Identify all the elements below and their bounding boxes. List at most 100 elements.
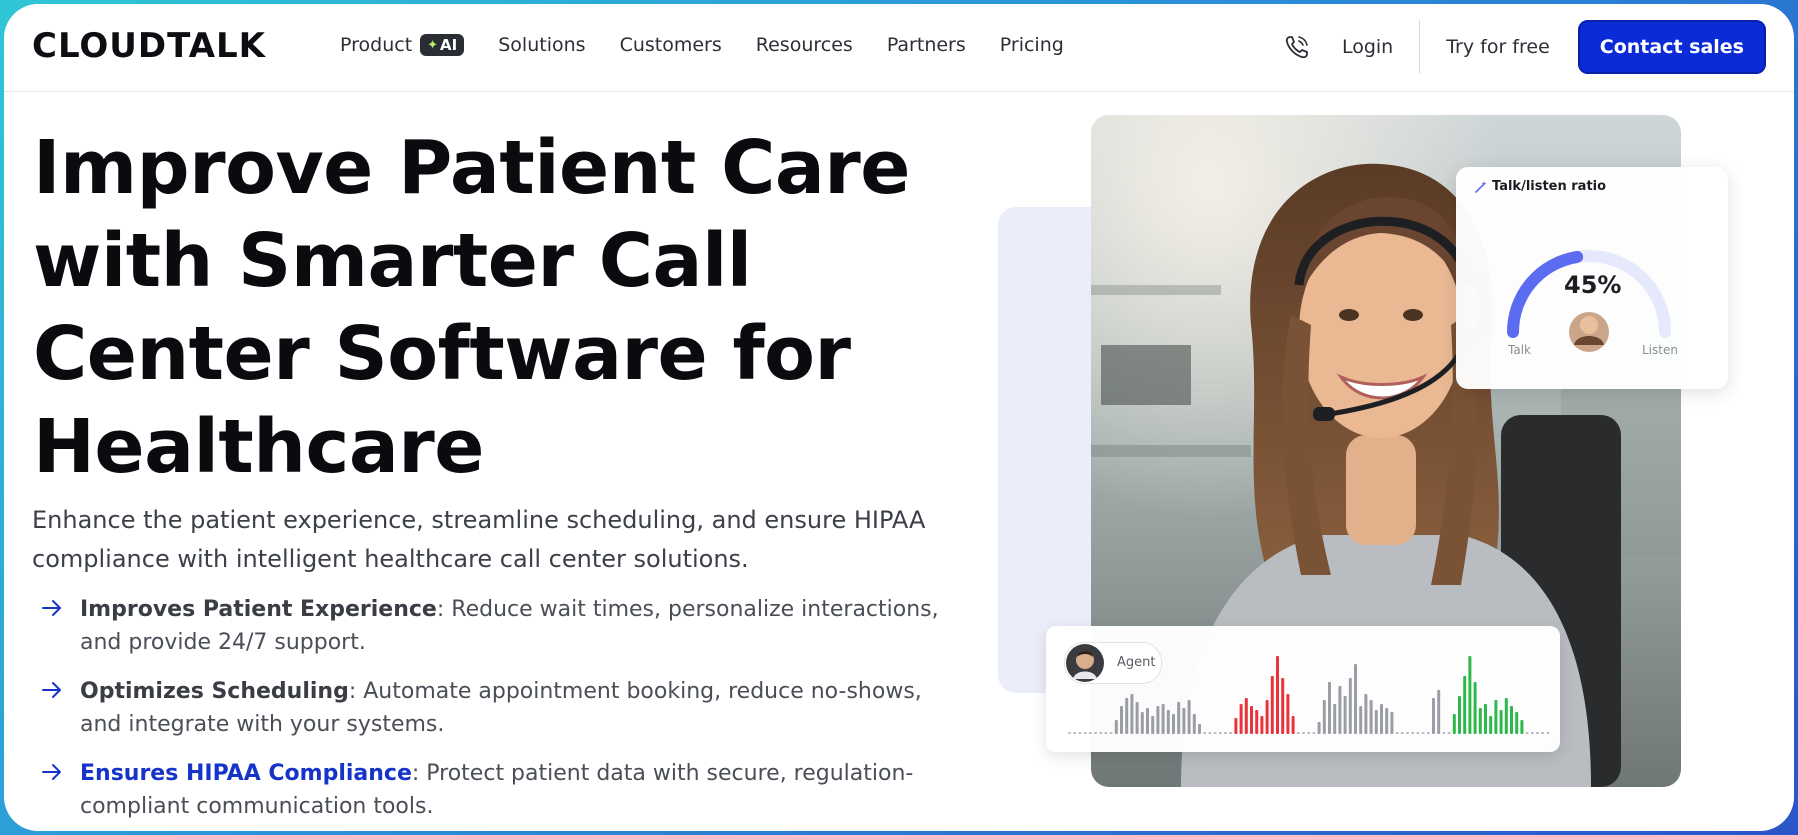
nav-item-solutions[interactable]: Solutions (498, 34, 585, 56)
waveform-bar (1198, 724, 1201, 734)
waveform-bar (1432, 698, 1435, 734)
waveform-bar (1312, 732, 1316, 734)
nav-item-customers[interactable]: Customers (620, 34, 722, 56)
waveform-bar (1343, 696, 1347, 734)
sparkle-icon: ✦ (427, 37, 439, 53)
waveform-bar (1187, 700, 1191, 734)
waveform-bar (1177, 702, 1181, 734)
waveform-bar (1140, 712, 1144, 734)
nav-item-resources[interactable]: Resources (756, 34, 853, 56)
waveform-bar (1338, 686, 1342, 734)
waveform-bar (1437, 690, 1441, 734)
waveform-bar (1447, 732, 1451, 734)
waveform-bar (1094, 732, 1097, 734)
waveform-bar (1525, 732, 1529, 734)
cloudtalk-logo[interactable]: CLOUDTALK (32, 26, 266, 66)
waveform-bar (1172, 714, 1175, 734)
feature-list: Improves Patient Experience: Reduce wait… (40, 593, 960, 831)
waveform-bar (1473, 682, 1477, 734)
top-navigation: CLOUDTALK Product ✦ AI Solutions Custome… (4, 4, 1794, 92)
nav-divider (1419, 20, 1421, 74)
ratio-listen-label: Listen (1642, 343, 1678, 357)
waveform-bar (1484, 704, 1487, 734)
phone-icon[interactable] (1282, 32, 1312, 62)
waveform-bar (1296, 732, 1300, 734)
headline-line: Improve Patient Care (33, 125, 911, 211)
nav-item-partners[interactable]: Partners (887, 34, 966, 56)
waveform-bar (1328, 682, 1331, 734)
waveform-bar (1463, 676, 1467, 734)
waveform-bar (1536, 732, 1539, 734)
waveform-bar (1510, 706, 1513, 734)
nav-item-product[interactable]: Product ✦ AI (340, 34, 465, 56)
waveform-bar (1421, 732, 1425, 734)
waveform-bar (1515, 712, 1519, 734)
waveform-bar (1541, 732, 1545, 734)
headline-line: Center Software for (33, 311, 851, 397)
waveform-bar (1203, 732, 1207, 734)
nav-item-label: Resources (755, 34, 853, 56)
waveform-bar (1406, 732, 1409, 734)
waveform-bar (1192, 714, 1196, 734)
waveform-bar (1390, 712, 1394, 734)
waveform-bar (1099, 732, 1103, 734)
page-title: Improve Patient Care with Smarter Call C… (33, 122, 913, 494)
waveform-bar (1229, 732, 1233, 734)
agent-avatar-face (1580, 316, 1598, 334)
waveform-bar (1291, 716, 1295, 734)
call-waveform-card: Agent (1046, 626, 1560, 752)
waveform-bar (1276, 656, 1279, 734)
waveform-bar (1260, 716, 1264, 734)
waveform-bar (1489, 716, 1493, 734)
waveform-bar (1250, 706, 1253, 734)
waveform-bar (1546, 732, 1550, 734)
waveform-bar (1307, 732, 1311, 734)
waveform-bar (1458, 696, 1461, 734)
main-menu: Product ✦ AI Solutions Customers Resourc… (340, 34, 1098, 56)
page-frame: CLOUDTALK Product ✦ AI Solutions Custome… (4, 4, 1794, 831)
arrow-right-icon (42, 682, 61, 698)
waveform-bar (1161, 704, 1165, 734)
nav-item-pricing[interactable]: Pricing (1000, 34, 1064, 56)
waveform-bar (1369, 700, 1373, 734)
waveform-bar (1400, 732, 1404, 734)
nav-item-label: Customers (619, 34, 722, 56)
waveform-bar (1499, 710, 1503, 734)
try-for-free-link[interactable]: Try for free (1446, 36, 1550, 58)
waveform-bar (1083, 732, 1087, 734)
waveform-bar (1354, 664, 1357, 734)
waveform-bar (1530, 732, 1534, 734)
hero-subtitle: Enhance the patient experience, streamli… (32, 506, 926, 573)
feature-item: Improves Patient Experience: Reduce wait… (40, 593, 960, 659)
waveform-bar (1442, 732, 1446, 734)
waveform-bar (1213, 732, 1217, 734)
waveform-bar (1104, 732, 1108, 734)
waveform-bar (1255, 710, 1259, 734)
waveform-bar (1156, 706, 1160, 734)
waveform-bar (1135, 702, 1139, 734)
waveform-bar (1073, 732, 1077, 734)
waveform-bar (1068, 732, 1071, 734)
feature-text: Improves Patient Experience: Reduce wait… (80, 593, 960, 659)
contact-sales-button[interactable]: Contact sales (1577, 20, 1766, 74)
waveform-bar (1265, 700, 1269, 734)
waveform-bar (1281, 678, 1285, 734)
waveform-bar (1239, 704, 1243, 734)
waveform-bar (1452, 714, 1456, 734)
waveform-bar (1208, 732, 1212, 734)
ai-badge-label: AI (440, 36, 458, 54)
ai-badge: ✦ AI (420, 34, 465, 56)
waveform-bar (1234, 718, 1238, 734)
waveform-bar (1270, 676, 1274, 734)
waveform-bar (1411, 732, 1415, 734)
waveform-bar (1182, 708, 1186, 734)
arrow-right-icon (42, 764, 61, 780)
arrow-right-icon (42, 600, 61, 616)
ratio-percentage: 45% (1564, 271, 1622, 299)
feature-title: Optimizes Scheduling (80, 679, 349, 704)
login-link[interactable]: Login (1342, 36, 1393, 58)
audio-waveform (1068, 656, 1550, 734)
waveform-bar (1468, 656, 1472, 734)
hipaa-compliance-link[interactable]: Ensures HIPAA Compliance (80, 761, 412, 786)
waveform-bar (1426, 732, 1430, 734)
